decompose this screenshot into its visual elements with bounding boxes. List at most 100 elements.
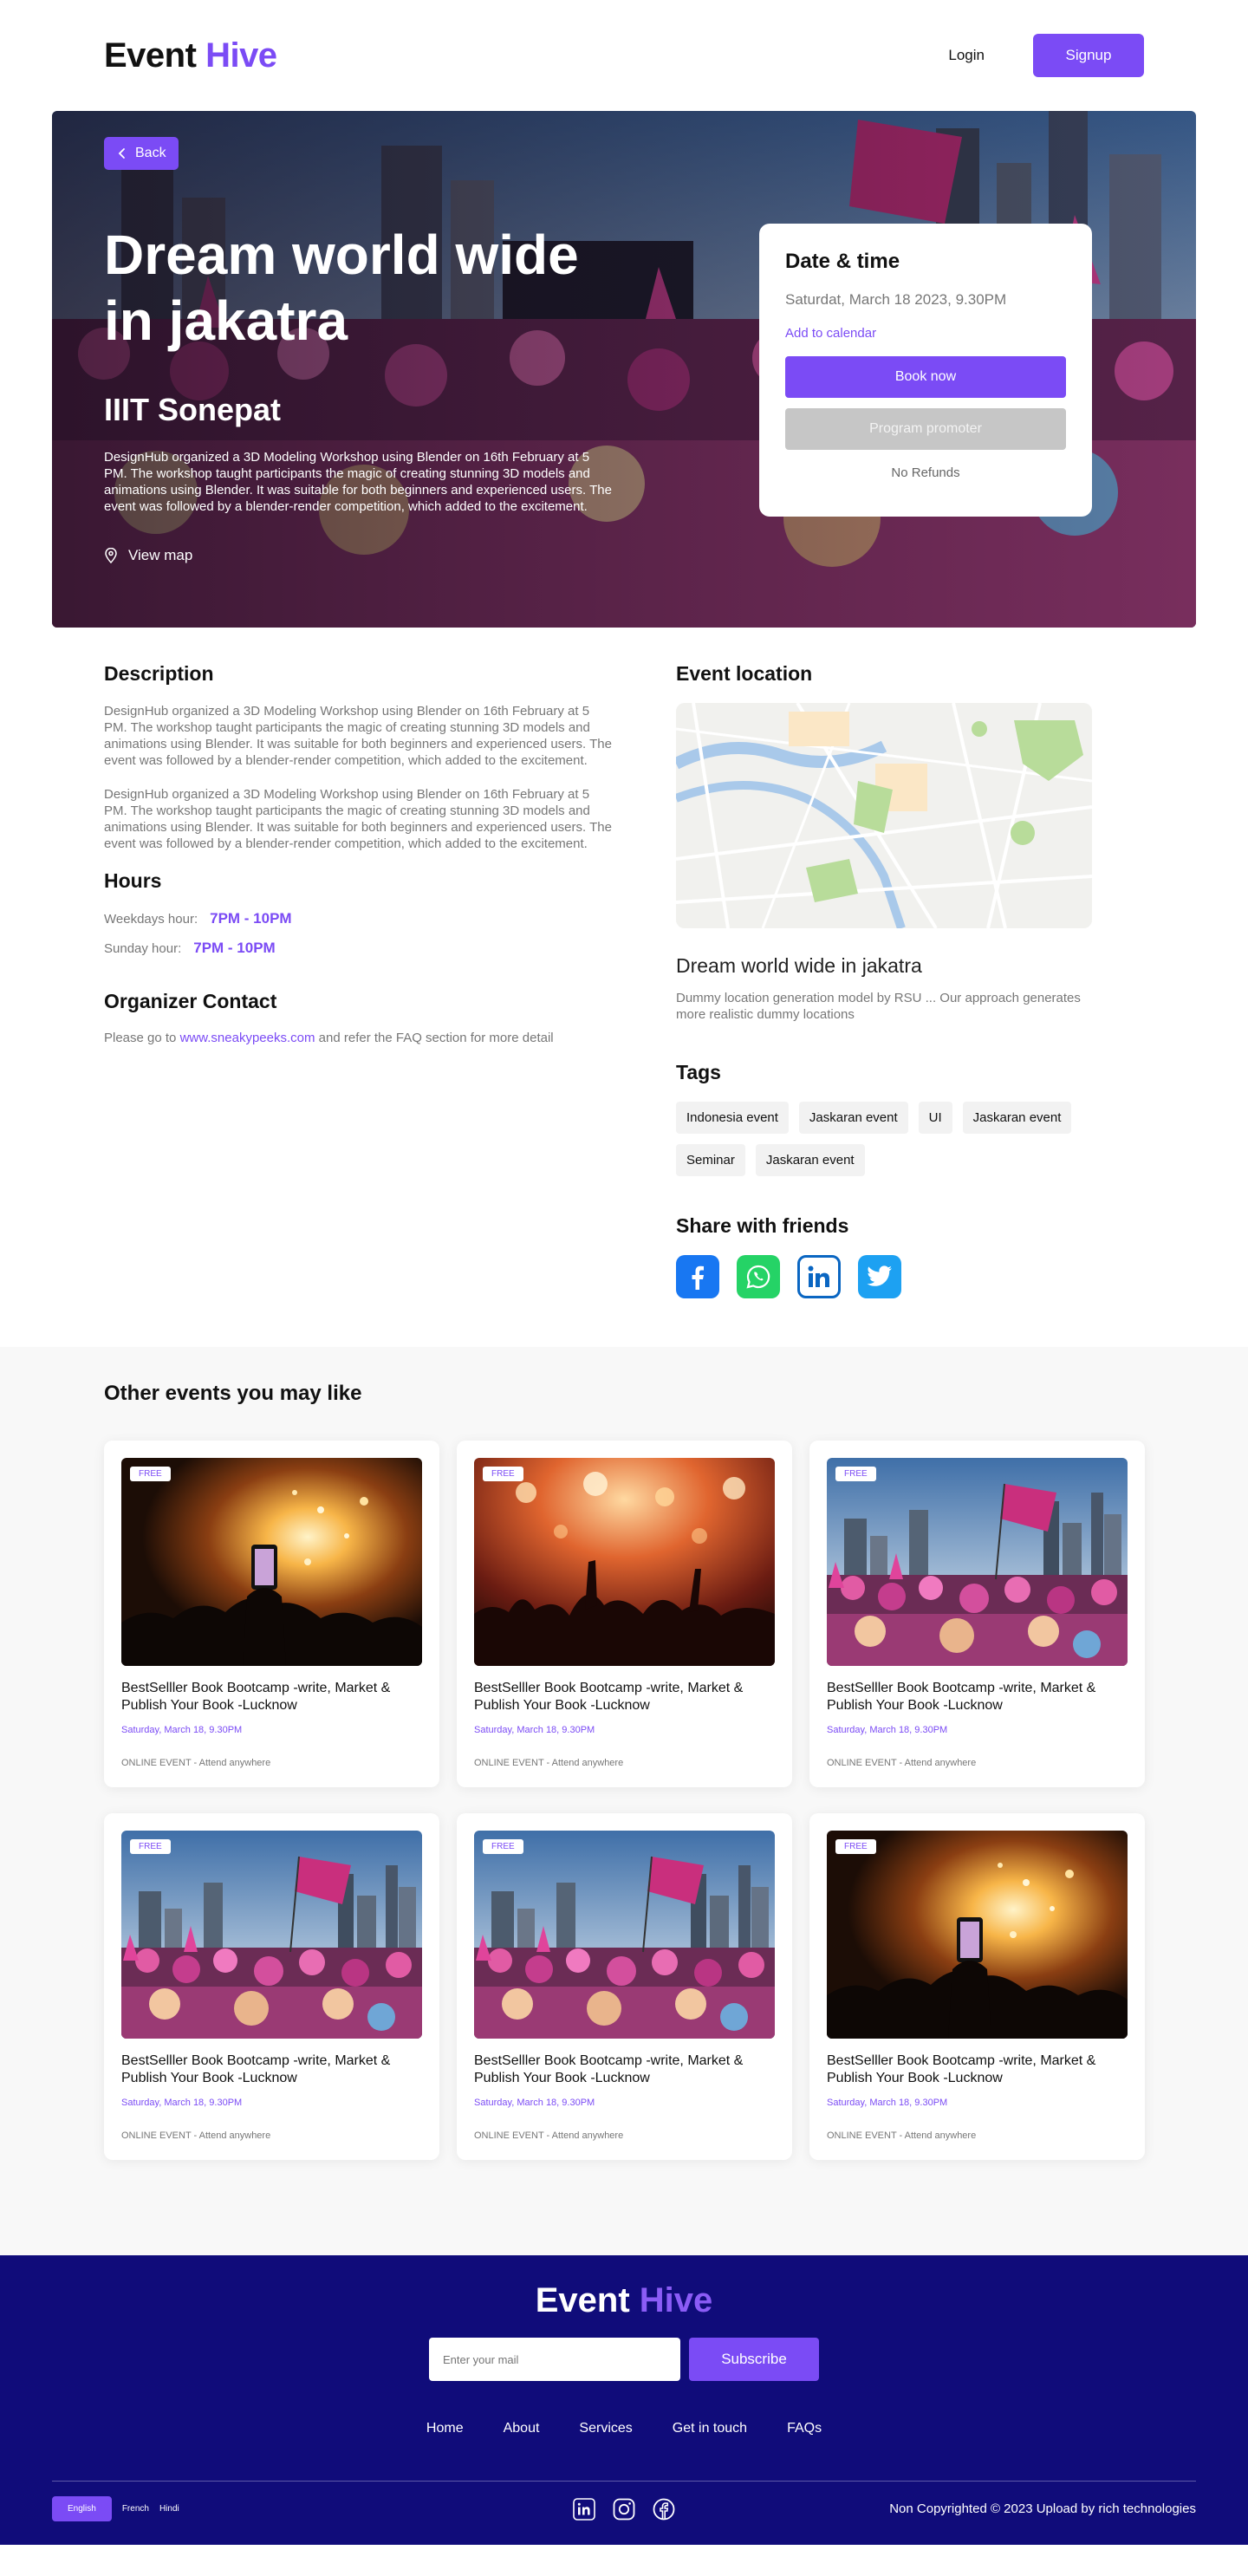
footer-link-faqs[interactable]: FAQs <box>787 2421 822 2436</box>
description-heading: Description <box>104 662 214 685</box>
back-button[interactable]: Back <box>104 137 179 170</box>
tag[interactable]: Jaskaran event <box>798 1102 908 1134</box>
organizer-text: Please go to www.sneakypeeks.com and ref… <box>104 1031 624 1045</box>
event-card[interactable]: FREE BestSelller Book Bootcamp -write, M… <box>457 1441 792 1787</box>
facebook-share-button[interactable] <box>676 1255 719 1298</box>
language-selector: English French Hindi <box>52 2496 399 2521</box>
whatsapp-share-button[interactable] <box>737 1255 780 1298</box>
footer-link-services[interactable]: Services <box>579 2421 632 2436</box>
refund-note: No Refunds <box>891 465 960 480</box>
program-promoter-button[interactable]: Program promoter <box>785 408 1066 450</box>
free-badge: FREE <box>483 1839 523 1854</box>
event-card-title: BestSelller Book Bootcamp -write, Market… <box>827 2053 1096 2085</box>
twitter-icon <box>867 1265 893 1288</box>
event-card-title: BestSelller Book Bootcamp -write, Market… <box>121 2053 391 2085</box>
tag[interactable]: Seminar <box>676 1144 745 1176</box>
signup-button[interactable]: Signup <box>1033 34 1144 77</box>
chevron-left-icon <box>116 147 128 159</box>
event-card-date: Saturday, March 18, 9.30PM <box>827 1725 948 1735</box>
event-card[interactable]: FREE BestSelller Book Bootcamp -write, M… <box>457 1813 792 2160</box>
footer-linkedin-link[interactable] <box>573 2497 595 2521</box>
tag[interactable]: Jaskaran event <box>755 1144 865 1176</box>
footer-logo[interactable]: Event Hive <box>0 2281 1248 2320</box>
site-header: Event Hive Login Signup <box>0 0 1248 111</box>
share-heading: Share with friends <box>676 1214 849 1237</box>
free-badge: FREE <box>130 1839 171 1854</box>
event-card-title: BestSelller Book Bootcamp -write, Market… <box>827 1681 1096 1713</box>
tag[interactable]: UI <box>918 1102 952 1134</box>
sunday-hours: Sunday hour: 7PM - 10PM <box>104 940 624 957</box>
logo-accent: Hive <box>205 36 277 75</box>
event-card-location: ONLINE EVENT - Attend anywhere <box>474 1758 624 1768</box>
free-badge: FREE <box>130 1467 171 1481</box>
newsletter-form: Subscribe <box>0 2338 1248 2381</box>
event-card-date: Saturday, March 18, 9.30PM <box>474 1725 595 1735</box>
organizer-website-link[interactable]: www.sneakypeeks.com <box>180 1031 315 1045</box>
event-card-date: Saturday, March 18, 9.30PM <box>474 2098 595 2108</box>
location-title: Dream world wide in jakatra <box>676 954 922 977</box>
event-card-title: BestSelller Book Bootcamp -write, Market… <box>474 2053 744 2085</box>
hours-heading: Hours <box>104 869 162 892</box>
twitter-share-button[interactable] <box>858 1255 901 1298</box>
book-now-button[interactable]: Book now <box>785 356 1066 398</box>
footer-link-get-in-touch[interactable]: Get in touch <box>673 2421 747 2436</box>
view-map-label: View map <box>128 547 193 563</box>
event-card[interactable]: FREE BestSelller Book Bootcamp -write, M… <box>809 1441 1145 1787</box>
date-time-card: Date & time Saturdat, March 18 2023, 9.3… <box>759 224 1092 517</box>
back-label: Back <box>135 146 166 160</box>
tag-list: Indonesia event Jaskaran event UI Jaskar… <box>676 1102 1092 1176</box>
location-map[interactable] <box>676 703 1092 928</box>
subscribe-button[interactable]: Subscribe <box>689 2338 819 2381</box>
login-button[interactable]: Login <box>927 33 1005 78</box>
event-thumbnail: FREE <box>474 1458 775 1666</box>
event-thumbnail: FREE <box>827 1831 1128 2039</box>
instagram-icon <box>613 2498 635 2521</box>
event-card[interactable]: FREE BestSelller Book Bootcamp -write, M… <box>809 1813 1145 2160</box>
event-card-location: ONLINE EVENT - Attend anywhere <box>827 2130 977 2141</box>
tag[interactable]: Indonesia event <box>676 1102 789 1134</box>
event-card-date: Saturday, March 18, 9.30PM <box>121 2098 243 2108</box>
event-card-title: BestSelller Book Bootcamp -write, Market… <box>121 1681 391 1713</box>
footer-instagram-link[interactable] <box>613 2498 635 2521</box>
footer-link-about[interactable]: About <box>504 2421 540 2436</box>
event-summary: DesignHub organized a 3D Modeling Worksh… <box>104 450 612 514</box>
logo-main: Event <box>104 36 197 75</box>
footer-bottom-bar: English French Hindi Non Copyrighted © 2 <box>52 2496 1196 2521</box>
event-thumbnail: FREE <box>827 1458 1128 1666</box>
add-to-calendar-link[interactable]: Add to calendar <box>785 326 1066 341</box>
footer-logo-main: Event <box>535 2281 630 2319</box>
linkedin-icon <box>806 1264 832 1290</box>
header-actions: Login Signup <box>927 33 1144 78</box>
weekdays-value: 7PM - 10PM <box>210 910 292 927</box>
event-card[interactable]: FREE BestSelller Book Bootcamp -write, M… <box>104 1813 439 2160</box>
description-paragraph: DesignHub organized a 3D Modeling Worksh… <box>104 787 612 851</box>
footer-link-home[interactable]: Home <box>426 2421 464 2436</box>
location-description: Dummy location generation model by RSU .… <box>676 991 1081 1022</box>
share-buttons <box>676 1255 1092 1298</box>
logo[interactable]: Event Hive <box>104 36 277 75</box>
footer-social-links <box>573 2497 675 2521</box>
email-field[interactable] <box>429 2338 680 2381</box>
event-hero: Back Dream world wide in jakatra IIIT So… <box>52 111 1196 628</box>
tag[interactable]: Jaskaran event <box>962 1102 1072 1134</box>
organizer-suffix: and refer the FAQ section for more detai… <box>318 1031 554 1045</box>
whatsapp-icon <box>744 1263 772 1291</box>
organizer-prefix: Please go to <box>104 1031 177 1045</box>
language-french[interactable]: French <box>122 2504 149 2514</box>
organizer-heading: Organizer Contact <box>104 990 277 1012</box>
map-pin-icon <box>104 548 118 563</box>
linkedin-share-button[interactable] <box>797 1255 841 1298</box>
language-hindi[interactable]: Hindi <box>159 2504 179 2514</box>
view-map-link[interactable]: View map <box>104 547 192 564</box>
language-english[interactable]: English <box>52 2496 112 2521</box>
free-badge: FREE <box>483 1467 523 1481</box>
details-right-column: Event location Dream world wide in jakat… <box>676 662 1092 1298</box>
free-badge: FREE <box>835 1839 876 1854</box>
footer-facebook-link[interactable] <box>653 2498 675 2521</box>
weekdays-hours: Weekdays hour: 7PM - 10PM <box>104 910 624 927</box>
details-left-column: Description DesignHub organized a 3D Mod… <box>104 662 624 1298</box>
event-date: Saturdat, March 18 2023, 9.30PM <box>785 291 1007 308</box>
event-venue: IIIT Sonepat <box>104 392 282 427</box>
weekdays-label: Weekdays hour: <box>104 911 198 927</box>
event-card[interactable]: FREE BestSelller Book Bootcamp -write, M… <box>104 1441 439 1787</box>
